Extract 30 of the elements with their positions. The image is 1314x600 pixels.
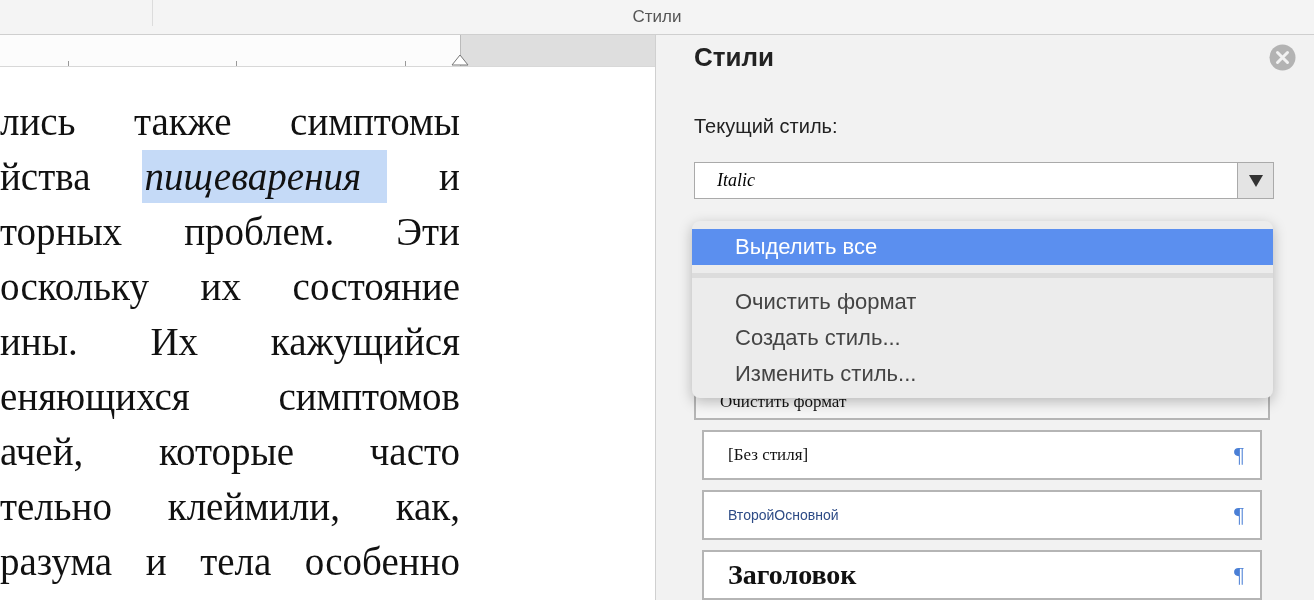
document-text: тельно клеймили, как, (0, 484, 460, 529)
style-item[interactable]: Заголовок ¶ (702, 550, 1262, 600)
toolbar-title: Стили (631, 6, 683, 28)
menu-item[interactable]: Изменить стиль... (692, 356, 1273, 392)
panel-title: Стили (694, 42, 774, 74)
style-item[interactable]: ВторойОсновной ¶ (702, 490, 1262, 540)
menu-item[interactable]: Очистить формат (692, 284, 1273, 320)
document-text: йства (0, 154, 91, 199)
current-style-label: Текущий стиль: (694, 115, 839, 139)
document-text: оскольку их состояние (0, 264, 460, 309)
document-text: еняющихся симптомов (0, 374, 460, 419)
document-text: ины. Их кажущийся (0, 319, 460, 364)
document-text: лись также симптомы (0, 99, 460, 144)
style-name: Очистить формат (720, 392, 847, 412)
indent-marker-icon[interactable] (450, 52, 470, 66)
selected-text: пищеварения (142, 150, 388, 203)
style-item[interactable]: [Без стиля] ¶ (702, 430, 1262, 480)
document-text: и (439, 154, 460, 199)
style-name: [Без стиля] (728, 445, 809, 465)
style-name: Заголовок (728, 559, 857, 591)
document-text: торных проблем. Эти (0, 209, 460, 254)
paragraph-mark: ¶ (1234, 562, 1244, 588)
document-text: ачей, которые часто (0, 429, 460, 474)
paragraph-mark: ¶ (1234, 442, 1244, 468)
paragraph-mark: ¶ (1234, 502, 1244, 528)
document-text: разума и тела особенно (0, 539, 460, 584)
style-name: ВторойОсновной (728, 507, 839, 523)
caret-icon (1248, 174, 1263, 187)
style-select[interactable]: Italic (694, 162, 1274, 199)
menu-item[interactable]: Создать стиль... (692, 320, 1273, 356)
